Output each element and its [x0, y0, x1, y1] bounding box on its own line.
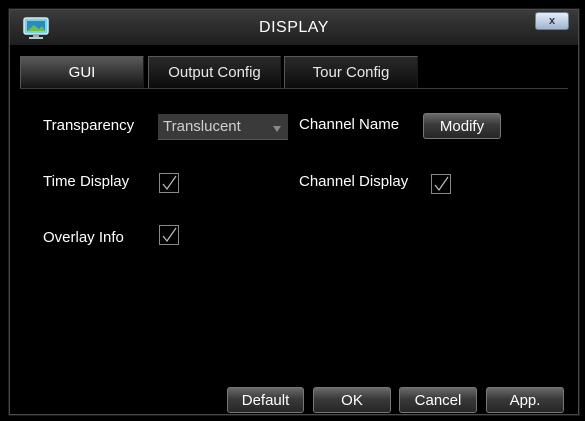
- checkmark-icon: [434, 176, 449, 192]
- cancel-button[interactable]: Cancel: [399, 387, 477, 413]
- transparency-label: Transparency: [43, 117, 135, 134]
- default-button[interactable]: Default: [227, 387, 304, 413]
- transparency-select[interactable]: Translucent: [158, 114, 288, 140]
- tab-tour-config[interactable]: Tour Config: [284, 56, 418, 88]
- tab-output-config[interactable]: Output Config: [148, 56, 281, 88]
- tab-tour-config-label: Tour Config: [312, 64, 390, 81]
- tab-bar: GUI Output Config Tour Config: [20, 56, 568, 89]
- checkmark-icon: [162, 227, 177, 243]
- time-display-label: Time Display: [43, 173, 130, 190]
- dialog-title: DISPLAY: [259, 19, 329, 36]
- title-bar: DISPLAY x: [10, 10, 578, 45]
- channel-display-label: Channel Display: [299, 173, 409, 190]
- cancel-button-label: Cancel: [414, 391, 462, 409]
- apply-button-label: App.: [509, 391, 541, 409]
- close-button[interactable]: x: [535, 12, 569, 30]
- display-dialog: DISPLAY x GUI Output Config Tour Config …: [9, 9, 579, 415]
- checkmark-icon: [162, 175, 177, 191]
- transparency-value: Translucent: [163, 118, 241, 135]
- tab-gui-label: GUI: [68, 64, 96, 81]
- chevron-down-icon: [270, 121, 284, 135]
- channel-name-label: Channel Name: [299, 116, 400, 133]
- tab-output-config-label: Output Config: [168, 64, 261, 81]
- tab-divider: [20, 88, 568, 89]
- overlay-info-checkbox[interactable]: [159, 225, 179, 245]
- overlay-info-label: Overlay Info: [43, 229, 124, 246]
- ok-button-label: OK: [341, 391, 363, 409]
- ok-button[interactable]: OK: [313, 387, 391, 413]
- tab-gui[interactable]: GUI: [20, 56, 144, 88]
- close-icon: x: [548, 15, 556, 27]
- channel-display-checkbox[interactable]: [431, 174, 451, 194]
- default-button-label: Default: [241, 391, 290, 409]
- apply-button[interactable]: App.: [486, 387, 564, 413]
- time-display-checkbox[interactable]: [159, 173, 179, 193]
- modify-button-label: Modify: [439, 117, 485, 135]
- modify-button[interactable]: Modify: [423, 113, 501, 139]
